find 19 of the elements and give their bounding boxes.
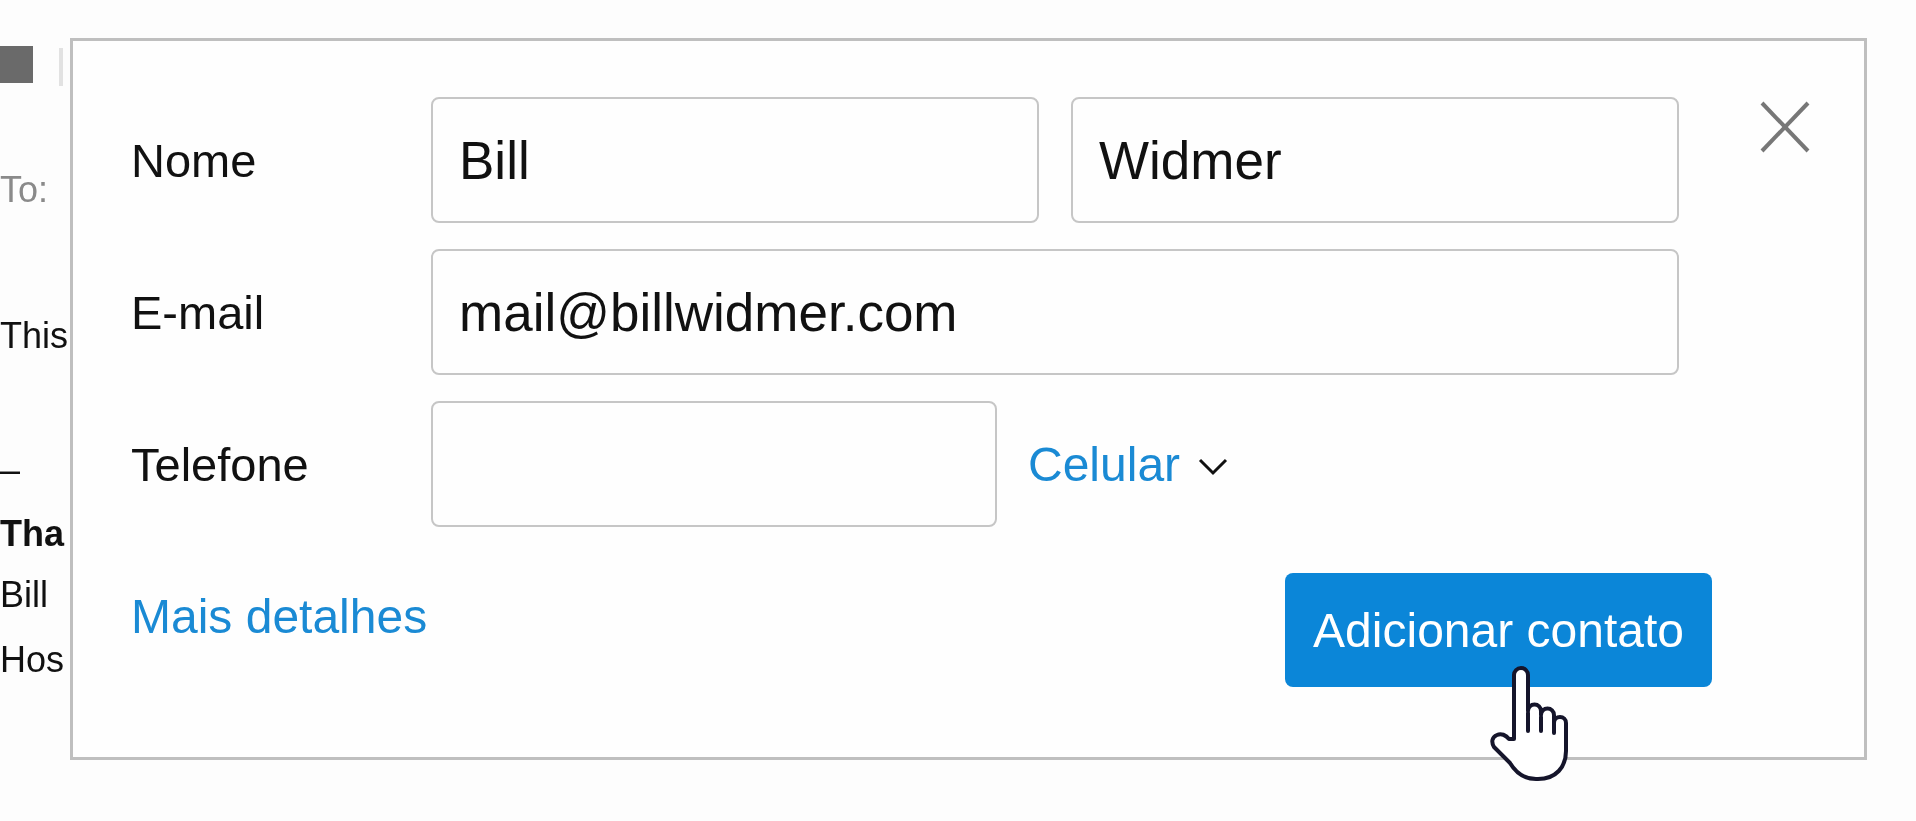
phone-field[interactable]: [431, 401, 997, 527]
email-text: Hos: [0, 638, 65, 682]
square-icon: [0, 46, 33, 83]
close-icon[interactable]: [1760, 101, 1810, 153]
field-label: Telefone: [131, 436, 309, 492]
phone-type-dropdown[interactable]: Celular: [1028, 436, 1229, 492]
email-text: –: [0, 448, 21, 492]
field-label: E-mail: [131, 284, 265, 340]
email-field[interactable]: mail@billwidmer.com: [431, 249, 1679, 375]
add-contact-button[interactable]: Adicionar contato: [1285, 573, 1712, 687]
last-name-field[interactable]: Widmer: [1071, 97, 1679, 223]
email-text: Tha: [0, 512, 64, 556]
email-text: This: [0, 314, 68, 358]
email-text: Bill: [0, 573, 48, 617]
chevron-down-icon: [1198, 458, 1229, 476]
recipient-label: To:: [0, 168, 49, 212]
field-label: Nome: [131, 132, 257, 188]
more-details-link[interactable]: Mais detalhes: [131, 589, 428, 644]
first-name-field[interactable]: Bill: [431, 97, 1039, 223]
